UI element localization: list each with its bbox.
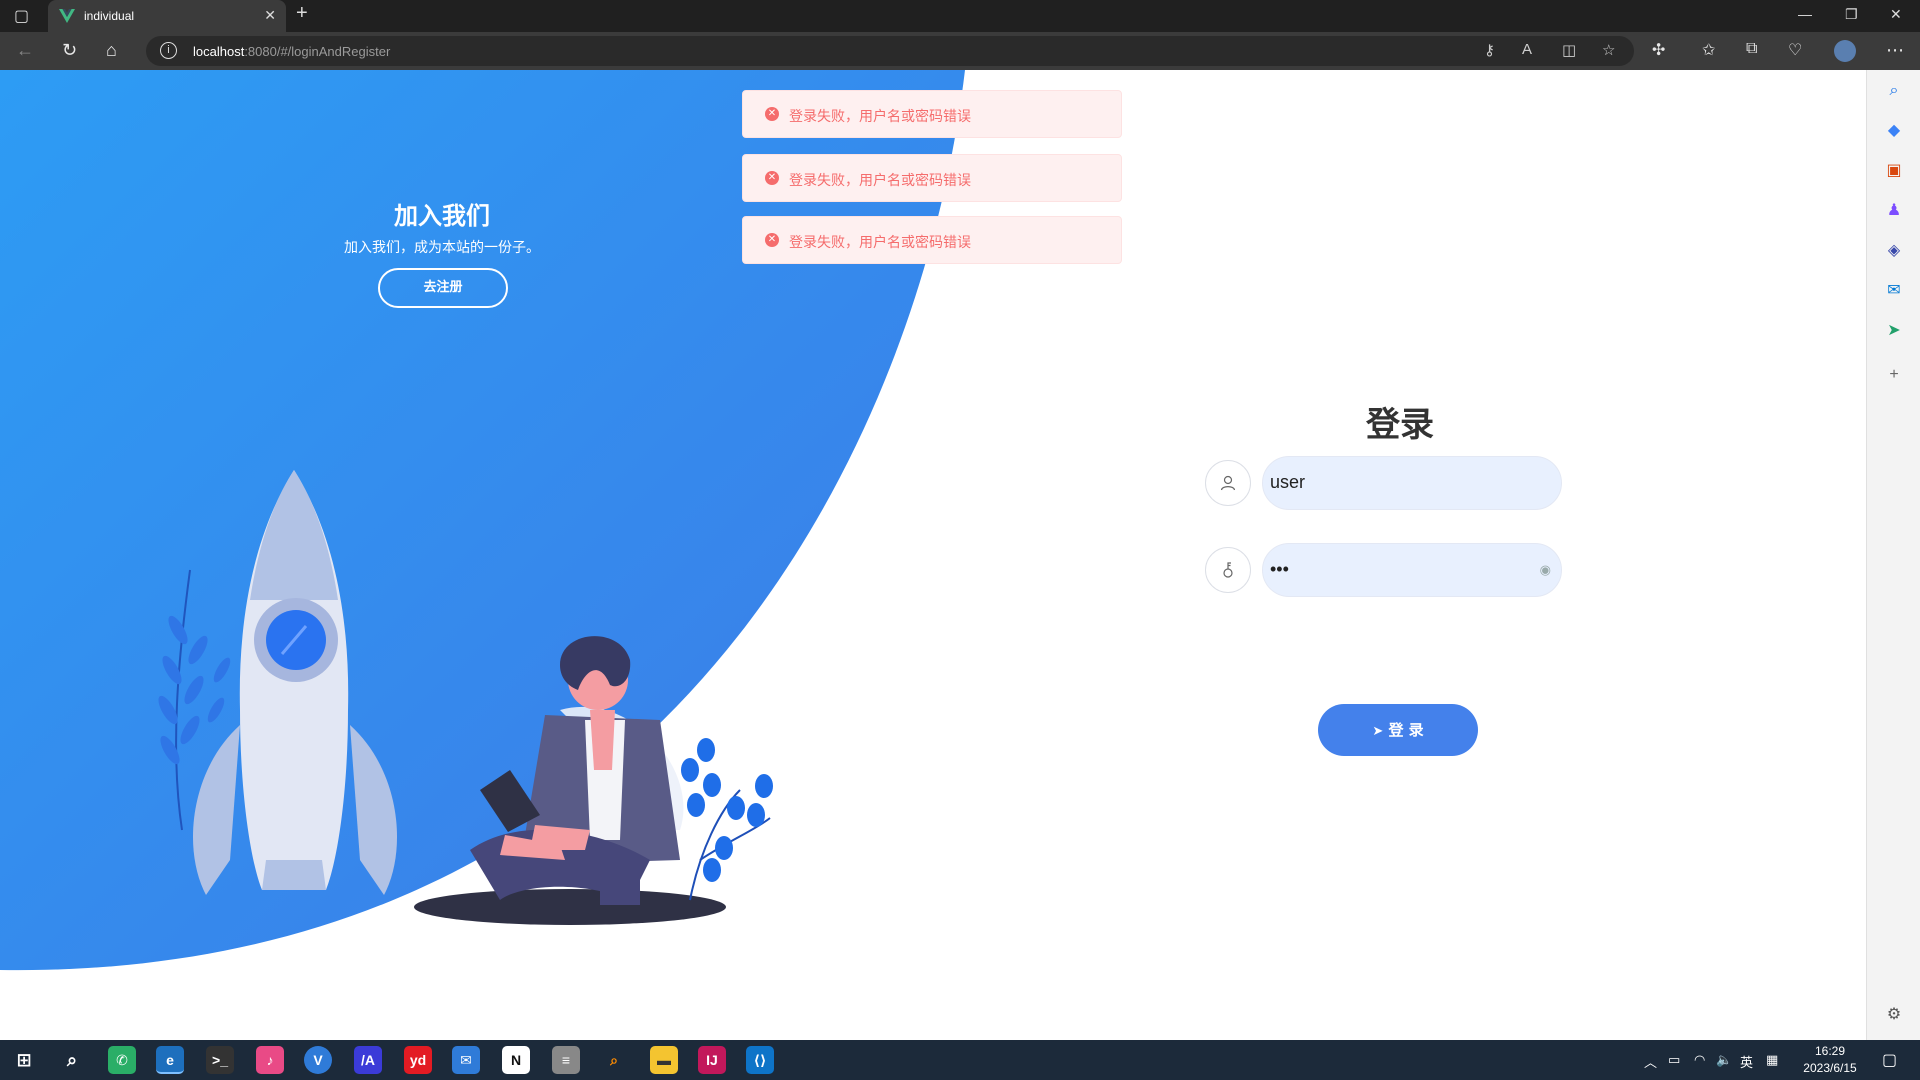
vscode-icon[interactable]: ⟨⟩ bbox=[746, 1046, 774, 1074]
read-aloud-icon[interactable]: A bbox=[1522, 41, 1532, 58]
error-icon: ✕ bbox=[765, 171, 779, 185]
clock-date: 2023/6/15 bbox=[1803, 1061, 1857, 1075]
url-host: localhost bbox=[193, 44, 245, 59]
browser-essentials-icon[interactable]: ♡ bbox=[1788, 40, 1802, 60]
copilot-icon[interactable]: ◈ bbox=[1881, 238, 1907, 264]
tools-icon[interactable]: ▣ bbox=[1881, 158, 1907, 184]
mail-icon[interactable]: ✉ bbox=[452, 1046, 480, 1074]
url-text: localhost:8080/#/loginAndRegister bbox=[193, 44, 390, 59]
add-sidebar-app-icon[interactable]: + bbox=[1881, 362, 1907, 388]
intellij-icon[interactable]: IJ bbox=[698, 1046, 726, 1074]
everything-search-icon[interactable]: ⌕ bbox=[600, 1046, 628, 1074]
minimize-icon[interactable]: — bbox=[1798, 6, 1812, 22]
v-app-icon[interactable]: V bbox=[304, 1046, 332, 1074]
browser-title-bar: ▢ individual ✕ + — ❐ ✕ bbox=[0, 0, 1920, 32]
profile-avatar[interactable] bbox=[1834, 40, 1856, 62]
terminal-icon[interactable]: >_ bbox=[206, 1046, 234, 1074]
games-icon[interactable]: ♟ bbox=[1881, 198, 1907, 224]
music-app-icon[interactable]: ♪ bbox=[256, 1046, 284, 1074]
wechat-icon[interactable]: ✆ bbox=[108, 1046, 136, 1074]
plant-right bbox=[681, 738, 773, 901]
windows-taskbar: ⊞ ⌕ ✆ e >_ ♪ V /A yd ✉ N ≡ ⌕ ▬ IJ ⟨⟩ ︿ ▭… bbox=[0, 1040, 1920, 1080]
battery-icon[interactable]: ▭ bbox=[1668, 1052, 1680, 1068]
address-bar[interactable]: i localhost:8080/#/loginAndRegister ⚷ A … bbox=[146, 36, 1634, 66]
login-button[interactable]: ➤ 登 录 bbox=[1318, 704, 1478, 756]
tab-actions-icon[interactable]: ▢ bbox=[14, 6, 29, 26]
edge-browser-icon[interactable]: e bbox=[156, 1046, 184, 1074]
ime-mode-icon[interactable]: ▦ bbox=[1766, 1052, 1778, 1068]
lock-key-icon bbox=[1205, 547, 1251, 593]
error-message: 登录失败，用户名或密码错误 bbox=[789, 109, 971, 125]
settings-more-icon[interactable]: ⋯ bbox=[1886, 40, 1904, 61]
refresh-icon[interactable]: ↻ bbox=[62, 40, 77, 61]
login-title: 登录 bbox=[1366, 405, 1434, 445]
password-value: ••• bbox=[1270, 559, 1289, 579]
windows-start-icon[interactable]: ⊞ bbox=[10, 1046, 38, 1074]
file-explorer-icon[interactable]: ▬ bbox=[650, 1046, 678, 1074]
outlook-icon[interactable]: ✉ bbox=[1881, 278, 1907, 304]
login-register-page: 加入我们 加入我们，成为本站的一份子。 去注册 ✕ 登录失败，用户名或密码错误 … bbox=[0, 70, 1866, 1040]
username-value: user bbox=[1270, 472, 1306, 492]
split-screen-icon[interactable]: ◫ bbox=[1562, 41, 1576, 59]
new-tab-button[interactable]: + bbox=[296, 2, 308, 25]
notification-icon[interactable]: ▢ bbox=[1882, 1050, 1897, 1070]
error-toast: ✕ 登录失败，用户名或密码错误 bbox=[742, 90, 1122, 138]
close-tab-icon[interactable]: ✕ bbox=[264, 7, 276, 24]
favorites-icon[interactable]: ✩ bbox=[1702, 40, 1715, 60]
user-icon bbox=[1205, 460, 1251, 506]
error-icon: ✕ bbox=[765, 107, 779, 121]
shopping-tag-icon[interactable]: ◆ bbox=[1881, 118, 1907, 144]
home-icon[interactable]: ⌂ bbox=[106, 40, 117, 61]
vue-logo-icon bbox=[59, 9, 75, 23]
site-info-icon[interactable]: i bbox=[160, 42, 177, 59]
sidebar-settings-icon[interactable]: ⚙ bbox=[1881, 1002, 1907, 1028]
favorite-star-icon[interactable]: ☆ bbox=[1602, 41, 1615, 59]
username-field[interactable]: user bbox=[1262, 456, 1562, 510]
clock-time: 16:29 bbox=[1814, 1044, 1846, 1058]
register-button[interactable]: 去注册 bbox=[378, 268, 508, 308]
notion-icon[interactable]: N bbox=[502, 1046, 530, 1074]
tab-title: individual bbox=[84, 9, 135, 23]
password-field[interactable]: ••• ◉ bbox=[1262, 543, 1562, 597]
password-key-icon[interactable]: ⚷ bbox=[1484, 41, 1495, 59]
error-toast: ✕ 登录失败，用户名或密码错误 bbox=[742, 154, 1122, 202]
back-icon[interactable]: ← bbox=[16, 40, 34, 61]
input-method[interactable]: 英 bbox=[1740, 1052, 1753, 1071]
error-icon: ✕ bbox=[765, 233, 779, 247]
tray-overflow-icon[interactable]: ︿ bbox=[1644, 1052, 1657, 1071]
database-icon[interactable]: ≡ bbox=[552, 1046, 580, 1074]
error-message: 登录失败，用户名或密码错误 bbox=[789, 235, 971, 251]
taskbar-search-icon[interactable]: ⌕ bbox=[58, 1046, 86, 1074]
error-toast: ✕ 登录失败，用户名或密码错误 bbox=[742, 216, 1122, 264]
volume-icon[interactable]: 🔈 bbox=[1716, 1052, 1732, 1068]
wifi-icon[interactable]: ◠ bbox=[1694, 1052, 1705, 1068]
edge-sidebar: ⌕ ◆ ▣ ♟ ◈ ✉ ➤ + ⚙ bbox=[1866, 70, 1920, 1040]
restore-icon[interactable]: ❐ bbox=[1845, 6, 1858, 23]
show-password-icon[interactable]: ◉ bbox=[1540, 562, 1551, 578]
close-window-icon[interactable]: ✕ bbox=[1890, 6, 1902, 23]
browser-tab[interactable]: individual ✕ bbox=[48, 0, 286, 32]
code-tool-icon[interactable]: /A bbox=[354, 1046, 382, 1074]
send-icon: ➤ bbox=[1372, 724, 1384, 739]
youdao-icon[interactable]: yd bbox=[404, 1046, 432, 1074]
url-path: :8080/#/loginAndRegister bbox=[244, 44, 391, 59]
drop-icon[interactable]: ➤ bbox=[1881, 318, 1907, 344]
search-icon[interactable]: ⌕ bbox=[1881, 78, 1907, 104]
collections-icon[interactable]: ⧉ bbox=[1746, 40, 1757, 58]
clock[interactable]: 16:29 2023/6/15 bbox=[1798, 1043, 1862, 1077]
extensions-icon[interactable]: ✣ bbox=[1652, 40, 1665, 60]
error-message: 登录失败，用户名或密码错误 bbox=[789, 173, 971, 189]
browser-toolbar: ← ↻ ⌂ i localhost:8080/#/loginAndRegiste… bbox=[0, 32, 1920, 70]
login-button-label: 登 录 bbox=[1388, 721, 1424, 739]
